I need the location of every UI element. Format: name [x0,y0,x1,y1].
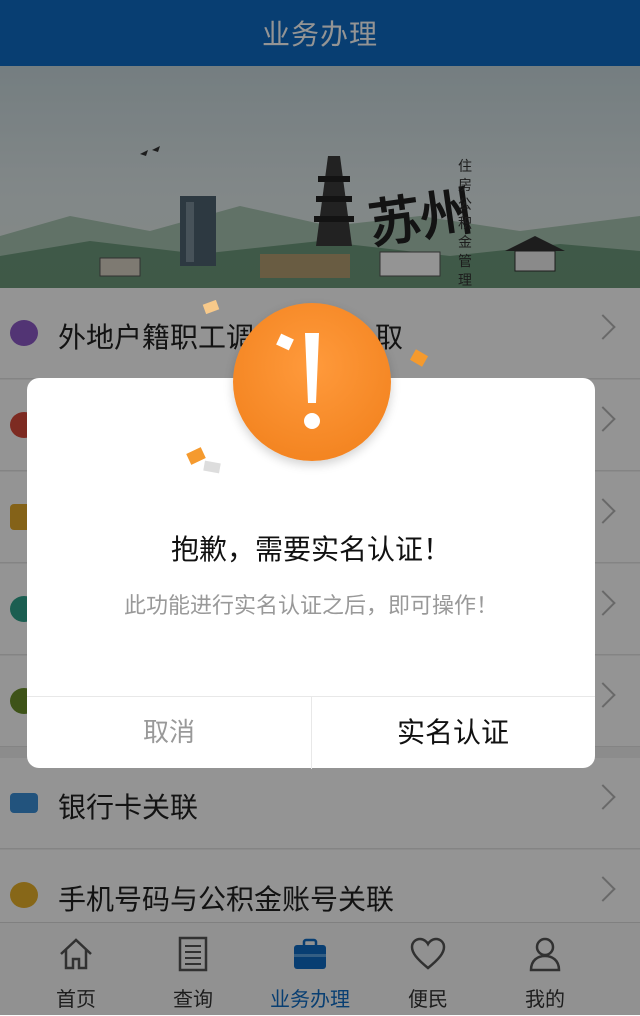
verify-button[interactable]: 实名认证 [311,697,595,769]
confetti-decoration [186,300,429,474]
dialog-message: 此功能进行实名认证之后，即可操作！ [123,594,498,619]
dialog-footer: 取消 实名认证 [27,696,595,769]
dialog-title: 抱歉，需要实名认证！ [170,533,451,566]
cancel-button[interactable]: 取消 [27,697,312,769]
